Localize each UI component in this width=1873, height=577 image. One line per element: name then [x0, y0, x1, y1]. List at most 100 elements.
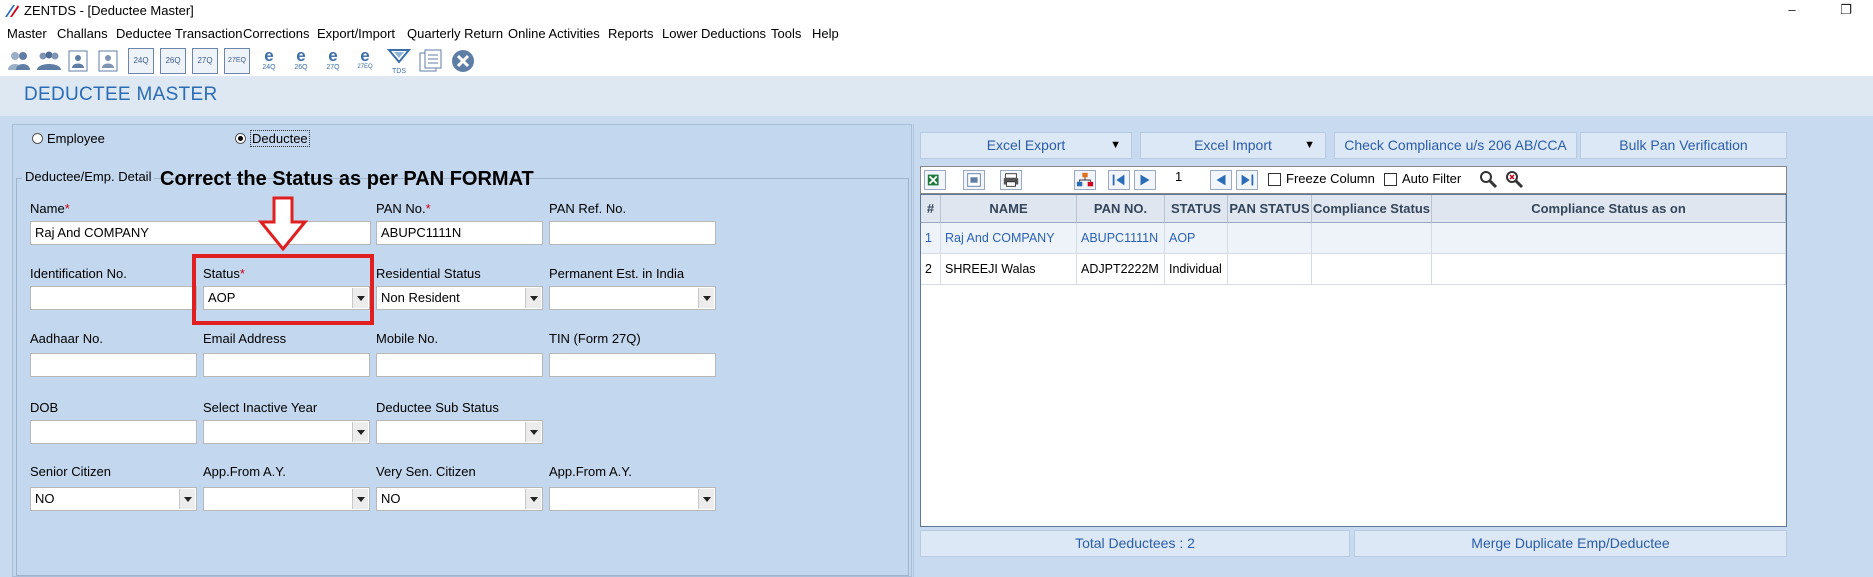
freeze-column-label[interactable]: Freeze Column	[1286, 171, 1375, 186]
chevron-down-icon[interactable]	[352, 489, 368, 509]
menu-master[interactable]: Master	[7, 25, 47, 42]
menu-tools[interactable]: Tools	[771, 25, 801, 42]
users-group-icon[interactable]	[36, 48, 62, 74]
auto-filter-label[interactable]: Auto Filter	[1402, 171, 1461, 186]
restore-button[interactable]: ❐	[1826, 0, 1866, 22]
pan-label-text: PAN No.	[376, 201, 426, 216]
deductee-radio-label[interactable]: Deductee	[250, 130, 310, 147]
chevron-down-icon[interactable]	[698, 489, 714, 509]
email-field[interactable]	[203, 353, 370, 377]
form-26q-icon[interactable]: 26Q	[160, 48, 186, 74]
search-icon[interactable]	[1478, 169, 1498, 189]
sub-status-select[interactable]	[376, 420, 543, 444]
last-page-icon[interactable]	[1236, 170, 1258, 190]
total-deductees: Total Deductees : 2	[920, 530, 1350, 557]
tin-label: TIN (Form 27Q)	[549, 331, 641, 346]
deductor-icon[interactable]	[6, 48, 32, 74]
next-page-icon[interactable]	[1134, 170, 1156, 190]
grid-header-pan-status[interactable]: PAN STATUS	[1228, 195, 1312, 223]
form-27eq-icon[interactable]: 27EQ	[224, 48, 250, 74]
grid-header-compliance-status-as-on[interactable]: Compliance Status as on	[1432, 195, 1786, 223]
very-senior-citizen-select[interactable]: NO	[376, 487, 543, 511]
menu-corrections[interactable]: Corrections	[243, 25, 309, 42]
chevron-down-icon[interactable]	[525, 489, 541, 509]
dob-field[interactable]	[30, 420, 197, 444]
employee-radio[interactable]	[32, 133, 43, 144]
permanent-est-label: Permanent Est. in India	[549, 266, 685, 281]
tds-label: TDS	[392, 68, 406, 75]
check-compliance-button[interactable]: Check Compliance u/s 206 AB/CCA	[1334, 132, 1577, 159]
efile-24q-icon[interactable]: e 24Q	[256, 47, 282, 74]
grid-header-pan[interactable]: PAN NO.	[1077, 195, 1165, 223]
form-24q-icon[interactable]: 24Q	[128, 48, 154, 74]
menu-export-import[interactable]: Export/Import	[317, 25, 395, 42]
minimize-button[interactable]: –	[1772, 0, 1812, 22]
menu-reports[interactable]: Reports	[608, 25, 654, 42]
page-number[interactable]: 1	[1175, 169, 1215, 184]
menu-challans[interactable]: Challans	[57, 25, 108, 42]
app-from-ay-2-select[interactable]	[549, 487, 716, 511]
senior-citizen-select[interactable]: NO	[30, 487, 197, 511]
email-label: Email Address	[203, 331, 287, 346]
search-clear-icon[interactable]	[1504, 169, 1524, 189]
close-icon[interactable]	[450, 48, 476, 74]
excel-import-button[interactable]: Excel Import ▼	[1140, 132, 1326, 159]
title-bar: ZENTDS - [Deductee Master] – ❐	[0, 0, 1873, 22]
inactive-year-select[interactable]	[203, 420, 370, 444]
permanent-est-select[interactable]	[549, 286, 716, 310]
chevron-down-icon[interactable]	[352, 422, 368, 442]
pan-ref-field[interactable]	[549, 221, 716, 245]
chevron-down-icon[interactable]	[179, 489, 195, 509]
efile-27eq-icon[interactable]: e 27EQ	[352, 47, 378, 74]
report-icon[interactable]	[418, 48, 444, 74]
menu-online-activities[interactable]: Online Activities	[508, 25, 600, 42]
aadhaar-field[interactable]	[30, 353, 197, 377]
arrow-down-icon	[258, 196, 308, 252]
export-icon[interactable]	[963, 170, 985, 190]
previous-page-icon[interactable]	[1210, 170, 1232, 190]
grid-cell-pan-status	[1228, 223, 1312, 254]
name-field[interactable]: Raj And COMPANY	[30, 221, 371, 245]
form-27q-icon[interactable]: 27Q	[192, 48, 218, 74]
excel-export-button[interactable]: Excel Export ▼	[920, 132, 1132, 159]
grid-header-compliance-status[interactable]: Compliance Status	[1312, 195, 1432, 223]
excel-icon[interactable]	[924, 170, 946, 190]
efile-27q-icon[interactable]: e 27Q	[320, 47, 346, 74]
mobile-field[interactable]	[376, 353, 543, 377]
chevron-down-icon[interactable]	[525, 422, 541, 442]
menu-bar: Master Challans Deductee Transaction Cor…	[0, 22, 1873, 44]
first-page-icon[interactable]	[1108, 170, 1130, 190]
senior-citizen-label: Senior Citizen	[30, 464, 111, 479]
auto-filter-checkbox[interactable]	[1384, 173, 1397, 186]
grid-cell-index: 1	[921, 223, 941, 254]
header-band	[0, 76, 1873, 116]
merge-duplicate-button[interactable]: Merge Duplicate Emp/Deductee	[1354, 530, 1787, 557]
identification-label: Identification No.	[30, 266, 127, 281]
deductee-icon[interactable]	[66, 48, 92, 74]
identification-field[interactable]	[30, 286, 197, 310]
freeze-column-checkbox[interactable]	[1268, 173, 1281, 186]
menu-lower-deductions[interactable]: Lower Deductions	[662, 25, 766, 42]
grid-header-name[interactable]: NAME	[941, 195, 1077, 223]
print-icon[interactable]	[1000, 170, 1022, 190]
residential-status-value: Non Resident	[381, 290, 460, 305]
grid-header-status[interactable]: STATUS	[1165, 195, 1228, 223]
employee-radio-label[interactable]: Employee	[47, 131, 105, 146]
menu-quarterly-return[interactable]: Quarterly Return	[407, 25, 503, 42]
deductee-radio[interactable]	[235, 133, 246, 144]
menu-deductee-transaction[interactable]: Deductee Transaction	[116, 25, 242, 42]
efile-26q-label: 26Q	[294, 64, 308, 71]
pan-field[interactable]: ABUPC1111N	[376, 221, 543, 245]
tin-field[interactable]	[549, 353, 716, 377]
grid-cell-compliance-status	[1312, 223, 1432, 254]
tds-icon[interactable]: TDS	[386, 48, 412, 75]
app-from-ay-select[interactable]	[203, 487, 370, 511]
bulk-pan-verification-button[interactable]: Bulk Pan Verification	[1580, 132, 1787, 159]
chevron-down-icon[interactable]	[698, 288, 714, 308]
chevron-down-icon[interactable]	[525, 288, 541, 308]
residential-status-select[interactable]: Non Resident	[376, 286, 543, 310]
employee-icon[interactable]	[96, 48, 122, 74]
menu-help[interactable]: Help	[812, 25, 839, 42]
efile-26q-icon[interactable]: e 26Q	[288, 47, 314, 74]
group-by-icon[interactable]	[1074, 170, 1096, 190]
